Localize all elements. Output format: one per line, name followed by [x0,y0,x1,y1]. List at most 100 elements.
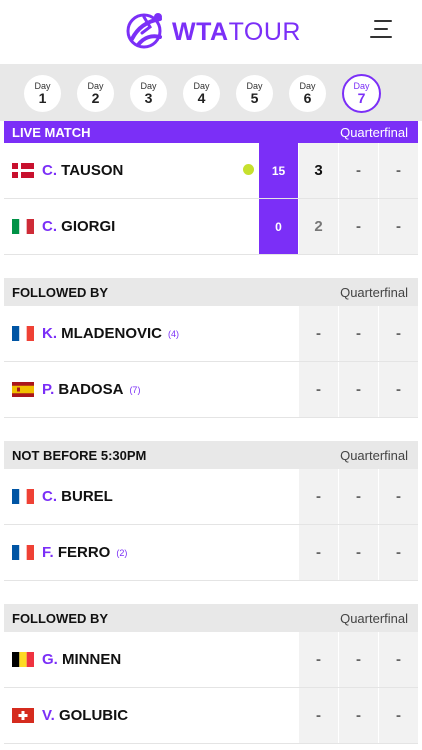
current-point: 0 [258,199,298,254]
set-score: - [298,469,338,524]
day-label: Day [193,80,210,91]
score-columns: --- [298,632,418,687]
app-header: WTATOUR [0,0,422,65]
day-number: 2 [91,89,100,106]
set-score: - [338,199,378,254]
set-score: - [378,143,418,198]
logo-primary: WTA [172,17,229,46]
set-score: - [378,525,418,580]
day-label: Day [140,80,157,91]
day-tab-2[interactable]: Day 2 [77,74,114,112]
player-surname: MINNEN [62,651,122,668]
set-score: - [378,199,418,254]
player-name: K. MLADENOVIC [42,325,162,342]
match-card[interactable]: FOLLOWED BY Quarterfinal K. MLADENOVIC (4) -… [4,278,418,418]
france-flag-icon [12,489,34,504]
score-columns: --- [298,362,418,417]
france-flag-icon [12,326,34,341]
match-card[interactable]: FOLLOWED BY Quarterfinal G. MINNEN - - - V. GO… [4,604,418,744]
day-number: 1 [38,89,47,106]
set-score: - [338,143,378,198]
set-score: - [298,362,338,417]
player-row[interactable]: C. TAUSON 15 3- - [4,143,418,199]
player-row[interactable]: K. MLADENOVIC (4) - - - [4,306,418,362]
day-label: Day [299,80,316,91]
set-score: - [378,469,418,524]
score-columns: --- [298,306,418,361]
player-surname: BADOSA [58,381,124,398]
france-flag-icon [12,545,34,560]
player-initial: K. [42,325,57,342]
set-score: - [378,688,418,743]
player-name: P. BADOSA [42,381,123,398]
match-card-header: LIVE MATCH Quarterfinal [4,121,418,143]
set-score: 2 [298,199,338,254]
player-name: C. BUREL [42,488,113,505]
set-score: - [298,306,338,361]
player-initial: G. [42,651,58,668]
player-seed: (2) [116,547,128,558]
player-row[interactable]: P. BADOSA (7) - - - [4,362,418,418]
player-surname: FERRO [57,544,111,561]
match-card-header: NOT BEFORE 5:30PM Quarterfinal [4,441,418,469]
set-score: - [298,688,338,743]
day-number: 6 [303,89,312,106]
set-score: - [378,306,418,361]
match-round: Quarterfinal [340,124,408,140]
day-tab-5[interactable]: Day 5 [236,74,273,112]
day-number: 4 [197,89,206,106]
player-row[interactable]: G. MINNEN - - - [4,632,418,688]
logo-secondary: TOUR [228,17,301,46]
tennis-player-logo-icon [126,13,162,49]
player-seed: (4) [168,328,180,339]
hamburger-menu-icon[interactable] [370,20,392,40]
match-card[interactable]: NOT BEFORE 5:30PM Quarterfinal C. BUREL - - -… [4,441,418,581]
player-row[interactable]: C. BUREL - - - [4,469,418,525]
player-initial: C. [42,162,57,179]
match-round: Quarterfinal [340,284,408,300]
set-score: 3 [298,143,338,198]
player-initial: C. [42,488,57,505]
set-score: - [338,469,378,524]
spain-flag-icon [12,382,34,397]
player-initial: F. [42,544,54,561]
denmark-flag-icon [12,163,34,178]
set-score: - [338,525,378,580]
player-surname: GIORGI [61,218,116,235]
day-tab-1[interactable]: Day 1 [24,74,61,112]
player-name: C. GIORGI [42,218,115,235]
day-tab-6[interactable]: Day 6 [289,74,326,112]
day-label: Day [87,80,104,91]
day-tab-3[interactable]: Day 3 [130,74,167,112]
day-label: Day [246,80,263,91]
match-round: Quarterfinal [340,447,408,463]
score-columns: --- [298,688,418,743]
player-surname: TAUSON [61,162,124,179]
player-name: F. FERRO [42,544,110,561]
set-score: - [378,632,418,687]
set-score: - [338,362,378,417]
player-row[interactable]: F. FERRO (2) - - - [4,525,418,581]
match-status: FOLLOWED BY [12,610,109,626]
player-row[interactable]: V. GOLUBIC - - - [4,688,418,744]
day-tab-7[interactable]: Day 7 [342,73,381,113]
set-score: - [378,362,418,417]
match-status: LIVE MATCH [12,124,91,140]
match-card-header: FOLLOWED BY Quarterfinal [4,278,418,306]
day-label: Day [34,80,51,91]
player-row[interactable]: C. GIORGI 0 2- - [4,199,418,255]
match-status: FOLLOWED BY [12,284,109,300]
day-tab-4[interactable]: Day 4 [183,74,220,112]
italy-flag-icon [12,219,34,234]
player-surname: MLADENOVIC [61,325,163,342]
match-card[interactable]: LIVE MATCH Quarterfinal C. TAUSON 15 3- - C. G… [4,121,418,255]
day-label: Day [353,80,370,91]
score-columns: --- [298,525,418,580]
player-name: G. MINNEN [42,651,121,668]
set-score: - [338,632,378,687]
wta-tour-logo[interactable]: WTATOUR [124,10,301,54]
score-columns: 15 3- - [258,143,418,198]
set-score: - [298,632,338,687]
